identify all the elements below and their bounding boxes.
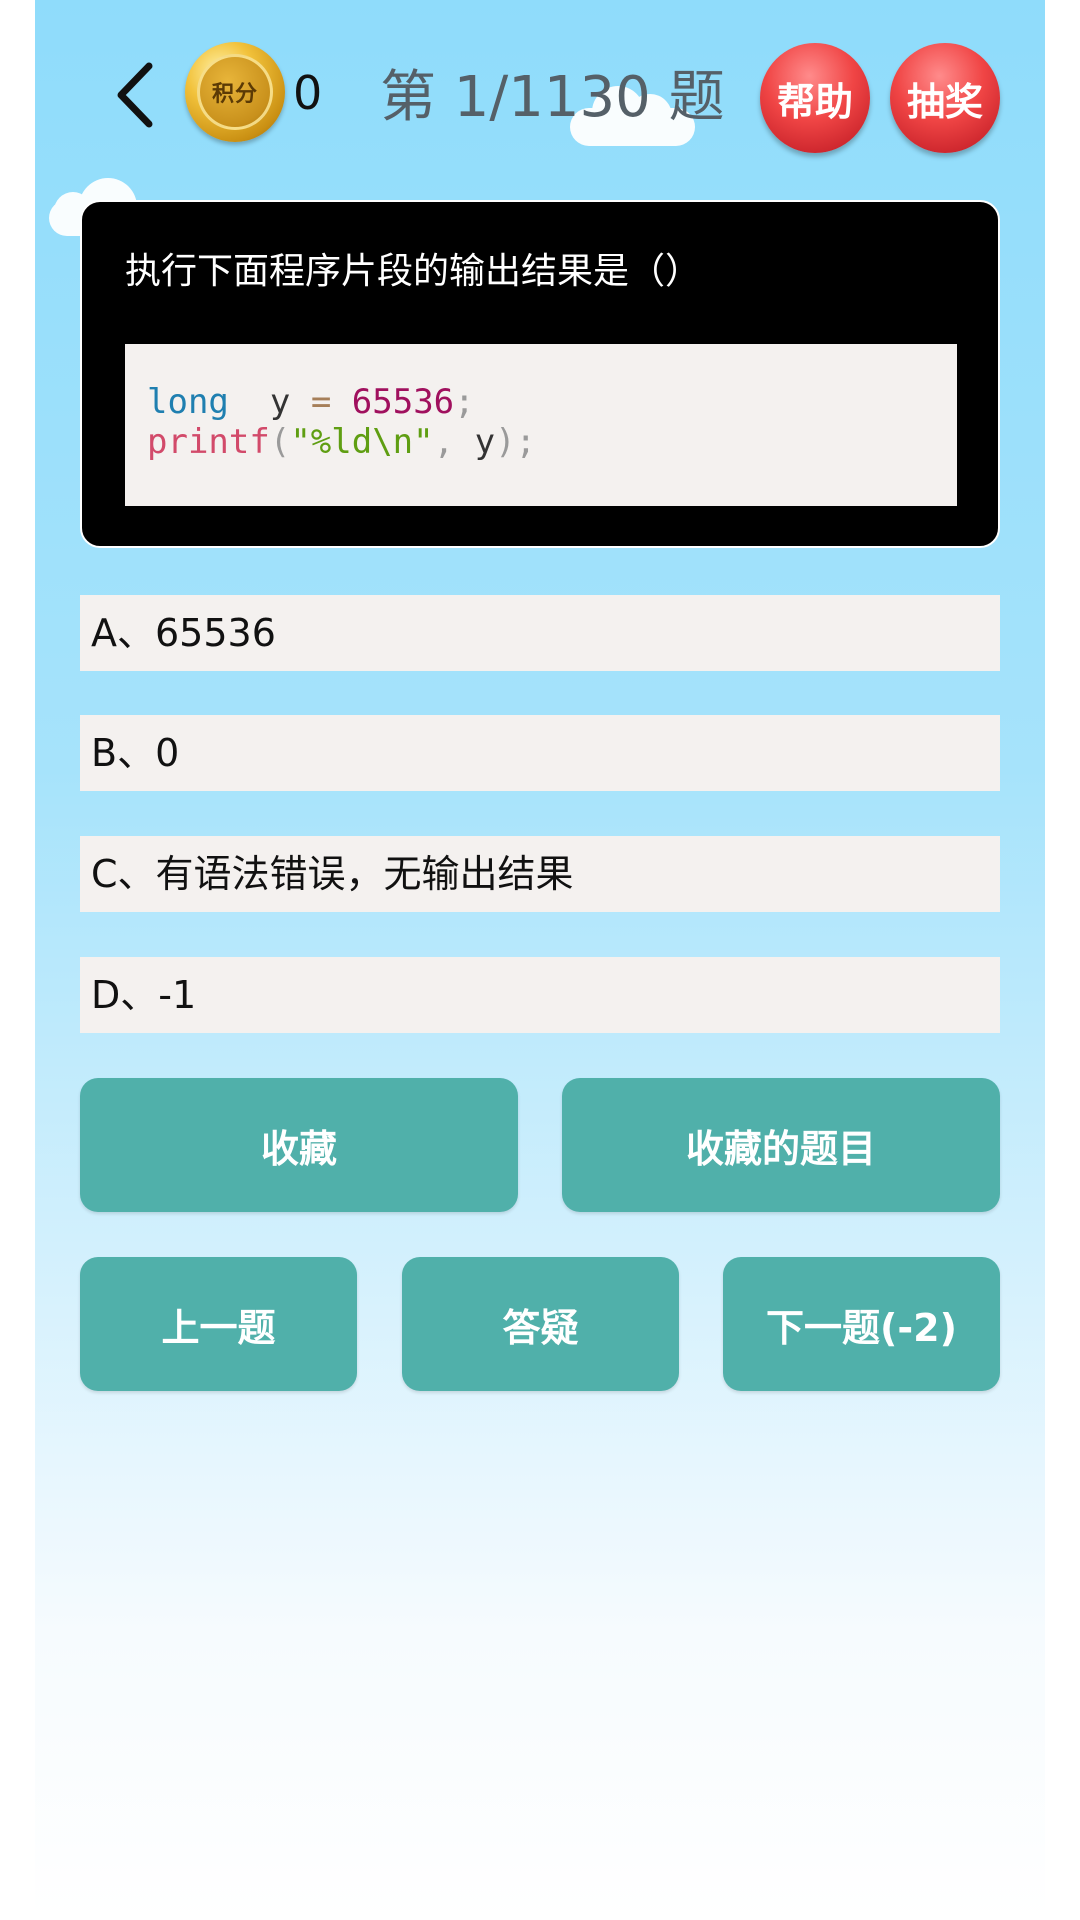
code-function: printf bbox=[147, 422, 270, 462]
question-card: 执行下面程序片段的输出结果是（） long y = 65536; printf(… bbox=[80, 200, 1000, 548]
code-keyword: long bbox=[147, 382, 229, 422]
help-button[interactable]: 帮助 bbox=[760, 43, 870, 153]
code-snippet: long y = 65536; printf("%ld\n", y); bbox=[125, 344, 957, 506]
chevron-left-icon bbox=[117, 62, 153, 128]
favorite-button[interactable]: 收藏 bbox=[80, 1078, 518, 1212]
back-button[interactable] bbox=[100, 55, 170, 135]
code-number: 65536 bbox=[351, 382, 455, 422]
code-operator: = bbox=[310, 382, 332, 422]
quiz-screen: 积分 0 第 1/1130 题 帮助 抽奖 执行下面程序片段的输出结果是（） l… bbox=[35, 0, 1045, 1920]
option-c[interactable]: C、有语法错误，无输出结果 bbox=[80, 836, 1000, 912]
option-d[interactable]: D、-1 bbox=[80, 957, 1000, 1033]
favorites-list-button[interactable]: 收藏的题目 bbox=[562, 1078, 1000, 1212]
points-score: 0 bbox=[293, 66, 323, 120]
question-text: 执行下面程序片段的输出结果是（） bbox=[125, 251, 702, 292]
previous-question-button[interactable]: 上一题 bbox=[80, 1257, 357, 1391]
code-variable: y bbox=[474, 422, 496, 462]
points-coin-icon: 积分 bbox=[185, 42, 285, 142]
code-punctuation: ; bbox=[454, 382, 475, 422]
question-progress: 第 1/1130 题 bbox=[380, 65, 725, 130]
code-punctuation: ( bbox=[269, 422, 291, 462]
option-a[interactable]: A、65536 bbox=[80, 595, 1000, 671]
code-punctuation: , bbox=[433, 422, 455, 462]
code-string: "%ld\n" bbox=[290, 422, 434, 462]
lottery-button[interactable]: 抽奖 bbox=[890, 43, 1000, 153]
coin-label: 积分 bbox=[197, 54, 273, 130]
ask-question-button[interactable]: 答疑 bbox=[402, 1257, 679, 1391]
code-variable: y bbox=[269, 382, 291, 422]
code-punctuation: ); bbox=[495, 422, 537, 462]
option-b[interactable]: B、0 bbox=[80, 715, 1000, 791]
next-question-button[interactable]: 下一题(-2) bbox=[723, 1257, 1000, 1391]
